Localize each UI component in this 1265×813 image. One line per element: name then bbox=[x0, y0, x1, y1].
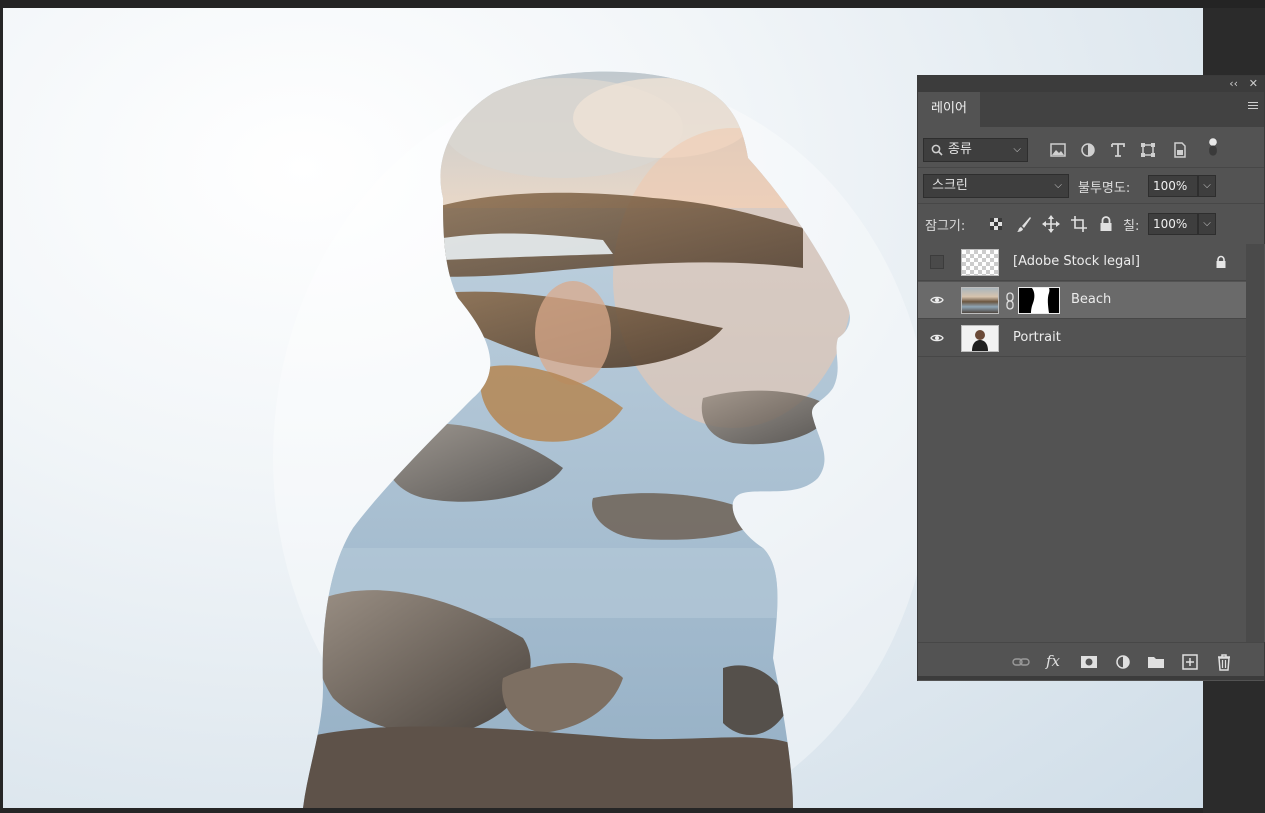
panel-titlebar[interactable]: ‹‹ ✕ bbox=[918, 76, 1264, 92]
lock-icon bbox=[1216, 255, 1226, 268]
fill-chevron-icon[interactable]: ⌵ bbox=[1198, 213, 1216, 235]
layer-thumbnail bbox=[961, 249, 999, 276]
adjustment-icon[interactable] bbox=[1113, 653, 1133, 671]
opacity-chevron-icon[interactable]: ⌵ bbox=[1198, 175, 1216, 197]
mask-shape bbox=[1031, 288, 1050, 313]
filter-value: 종류 bbox=[948, 142, 972, 157]
mask-icon[interactable] bbox=[1079, 653, 1099, 671]
lock-transparent-pixels-icon[interactable] bbox=[985, 213, 1007, 235]
close-panel-icon[interactable]: ✕ bbox=[1249, 76, 1258, 92]
lock-artboard-icon[interactable] bbox=[1068, 213, 1090, 235]
blend-mode-dropdown[interactable]: 스크린 ⌵ bbox=[923, 174, 1069, 198]
trash-icon[interactable] bbox=[1214, 653, 1234, 671]
opacity-input[interactable]: 100% bbox=[1148, 175, 1198, 197]
search-icon bbox=[931, 144, 943, 156]
lock-label: 잠그기: bbox=[925, 219, 966, 234]
opacity-label: 불투명도: bbox=[1078, 181, 1131, 196]
fill-label: 칠: bbox=[1123, 219, 1140, 234]
layer-thumbnail bbox=[961, 325, 999, 352]
shape-filter-icon[interactable] bbox=[1137, 139, 1159, 161]
layer-name[interactable]: [Adobe Stock legal] bbox=[1013, 254, 1140, 269]
panel-tab-row: 레이어 bbox=[918, 92, 1264, 127]
chain-link-icon[interactable] bbox=[1004, 292, 1016, 310]
chevron-down-icon: ⌵ bbox=[1013, 144, 1021, 155]
panel-menu-icon[interactable] bbox=[1248, 102, 1258, 112]
layer-row-adobe-stock-legal[interactable]: [Adobe Stock legal] bbox=[918, 244, 1247, 281]
layer-thumbnail bbox=[961, 287, 999, 314]
filter-row: 종류 ⌵ bbox=[918, 127, 1264, 167]
tab-layers[interactable]: 레이어 bbox=[918, 92, 980, 127]
filter-toggle-icon[interactable] bbox=[1202, 137, 1224, 159]
link-icon[interactable] bbox=[1011, 653, 1031, 671]
smart-object-filter-icon[interactable] bbox=[1168, 139, 1190, 161]
group-folder-icon[interactable] bbox=[1146, 653, 1166, 671]
collapse-panel-icon[interactable]: ‹‹ bbox=[1229, 76, 1238, 92]
layer-name[interactable]: Beach bbox=[1071, 292, 1111, 307]
layer-row-beach[interactable]: Beach bbox=[918, 282, 1247, 319]
layer-name[interactable]: Portrait bbox=[1013, 330, 1061, 345]
lock-all-icon[interactable] bbox=[1095, 213, 1117, 235]
portrait-thumbnail-figure bbox=[972, 330, 988, 351]
layers-panel: ‹‹ ✕ 레이어 종류 ⌵ 스크린 ⌵ 불투명도: 100% ⌵ 잠그기: 칠:… bbox=[917, 75, 1265, 681]
blend-row: 스크린 ⌵ 불투명도: 100% ⌵ bbox=[918, 168, 1264, 203]
chevron-down-icon: ⌵ bbox=[1054, 180, 1062, 191]
panel-resize-grip[interactable] bbox=[918, 676, 1264, 680]
fx-icon[interactable]: fx bbox=[1046, 652, 1066, 670]
eye-icon[interactable] bbox=[930, 293, 944, 307]
fill-input[interactable]: 100% bbox=[1148, 213, 1198, 235]
lock-row: 잠그기: 칠: 100% ⌵ bbox=[918, 204, 1264, 244]
layer-filter-dropdown[interactable]: 종류 ⌵ bbox=[923, 138, 1028, 162]
lock-position-icon[interactable] bbox=[1040, 213, 1062, 235]
lock-image-pixels-icon[interactable] bbox=[1013, 213, 1035, 235]
image-filter-icon[interactable] bbox=[1047, 139, 1069, 161]
layer-list: [Adobe Stock legal] Beach Portrait bbox=[918, 244, 1265, 642]
layer-row-portrait[interactable]: Portrait bbox=[918, 320, 1247, 357]
app-top-bar bbox=[0, 0, 1265, 8]
adjustment-filter-icon[interactable] bbox=[1077, 139, 1099, 161]
new-layer-icon[interactable] bbox=[1180, 653, 1200, 671]
layer-mask-thumbnail[interactable] bbox=[1018, 287, 1060, 314]
eye-icon[interactable] bbox=[930, 331, 944, 345]
type-filter-icon[interactable] bbox=[1107, 139, 1129, 161]
blend-mode-value: 스크린 bbox=[932, 178, 968, 193]
visibility-toggle-off[interactable] bbox=[930, 255, 944, 269]
layer-list-scrollbar[interactable] bbox=[1246, 244, 1264, 642]
